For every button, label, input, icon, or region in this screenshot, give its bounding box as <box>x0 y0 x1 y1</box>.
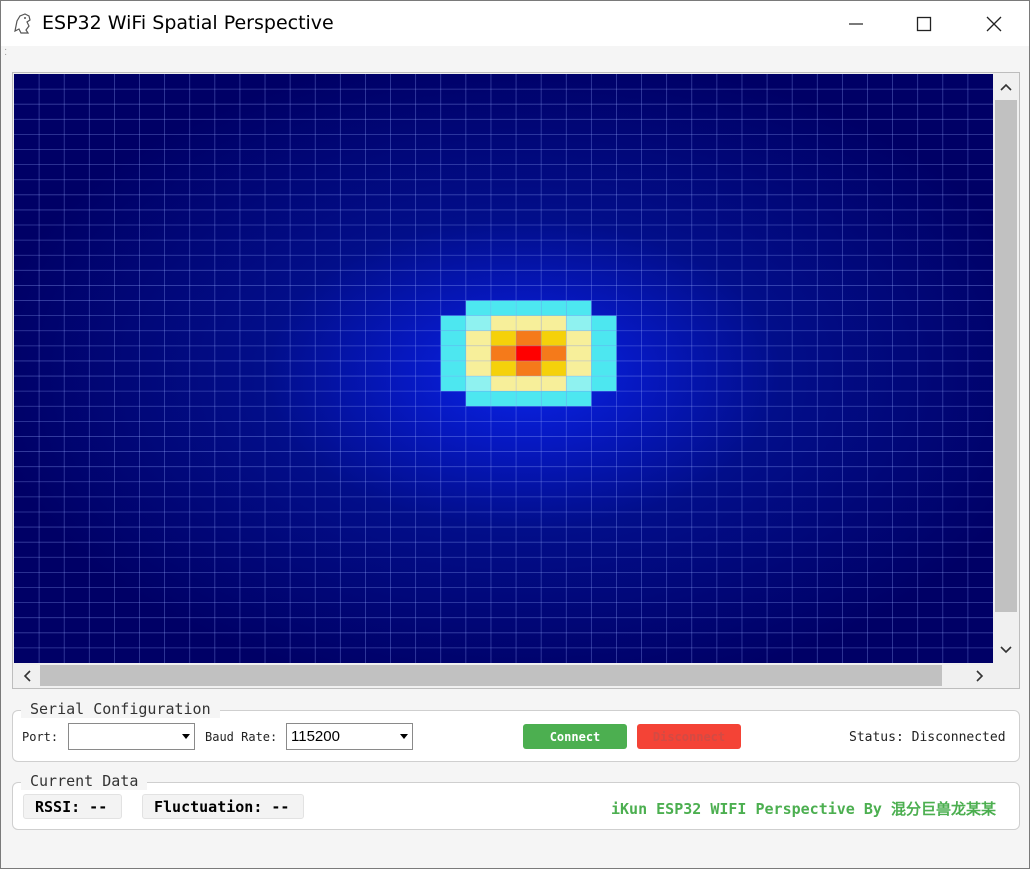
app-logo-icon <box>14 13 31 34</box>
horizontal-scrollbar[interactable] <box>14 663 993 688</box>
heatmap-cell <box>465 330 491 346</box>
baud-rate-select[interactable]: 115200 <box>286 723 413 750</box>
heatmap-cell <box>490 376 517 392</box>
heatmap-canvas[interactable] <box>14 74 993 663</box>
baud-dropdown-button[interactable] <box>396 725 411 748</box>
toolbar-grip: · · <box>4 44 8 60</box>
heatmap-cell <box>566 330 592 346</box>
heatmap-cell <box>591 330 617 346</box>
heatmap-cell <box>465 391 491 407</box>
chevron-right-icon <box>976 670 984 682</box>
heatmap-cell <box>591 360 617 377</box>
heatmap-cell <box>440 330 466 346</box>
heatmap-cell <box>490 315 517 331</box>
horizontal-scroll-thumb[interactable] <box>40 665 942 686</box>
connect-button[interactable]: Connect <box>523 724 627 749</box>
heatmap-view[interactable] <box>12 72 1020 689</box>
heatmap-cell <box>541 300 567 316</box>
vertical-scrollbar[interactable] <box>993 74 1019 663</box>
close-button[interactable] <box>959 1 1029 46</box>
port-dropdown-button[interactable] <box>178 725 193 748</box>
heatmap-cell <box>541 391 567 407</box>
credit-text: iKun ESP32 WIFI Perspective By 混分巨兽龙某某 <box>611 800 996 818</box>
scroll-right-button[interactable] <box>967 663 993 689</box>
disconnect-button[interactable]: Disconnect <box>637 724 741 749</box>
current-data-group: RSSI: -- Fluctuation: -- iKun ESP32 WIFI… <box>12 782 1020 830</box>
heatmap-cell <box>566 345 592 361</box>
close-icon <box>986 16 1002 31</box>
heatmap-cell <box>541 345 567 361</box>
heatmap-cell <box>465 376 491 392</box>
heatmap-cell <box>541 360 567 377</box>
minimize-icon <box>849 22 863 25</box>
maximize-button[interactable] <box>889 1 959 46</box>
heatmap-cell <box>490 391 517 407</box>
maximize-icon <box>916 16 932 31</box>
chevron-down-icon <box>1000 646 1012 654</box>
heatmap-cell <box>516 391 542 407</box>
baud-rate-value: 115200 <box>291 728 340 745</box>
heatmap-cell <box>490 360 517 377</box>
current-data-title: Current Data <box>21 772 148 790</box>
port-label: Port: <box>22 730 59 744</box>
heatmap-cell <box>566 360 592 377</box>
heatmap-cell <box>490 300 517 316</box>
port-select[interactable] <box>68 723 195 750</box>
scroll-left-button[interactable] <box>14 663 40 689</box>
heatmap-cell <box>465 300 491 316</box>
heatmap-graphic <box>14 74 993 663</box>
heatmap-cell <box>516 300 542 316</box>
heatmap-cell <box>591 315 617 331</box>
heatmap-cell <box>440 360 466 377</box>
heatmap-cell <box>591 345 617 361</box>
heatmap-cell <box>465 360 491 377</box>
heatmap-cell <box>541 330 567 346</box>
heatmap-cell <box>566 315 592 331</box>
heatmap-cell <box>516 345 542 361</box>
heatmap-cell <box>440 376 466 392</box>
chevron-up-icon <box>1000 83 1012 91</box>
heatmap-cell <box>516 330 542 346</box>
window-title: ESP32 WiFi Spatial Perspective <box>42 12 334 34</box>
scroll-up-button[interactable] <box>993 74 1019 100</box>
heatmap-cell <box>490 330 517 346</box>
title-bar[interactable]: ESP32 WiFi Spatial Perspective <box>1 1 1029 46</box>
connection-status: Status: Disconnected <box>849 730 1006 745</box>
heatmap-cell <box>440 345 466 361</box>
heatmap-cell <box>516 376 542 392</box>
heatmap-cell <box>516 360 542 377</box>
heatmap-cell <box>541 315 567 331</box>
app-window: ESP32 WiFi Spatial Perspective · · Port:… <box>0 0 1030 869</box>
heatmap-cell <box>591 376 617 392</box>
heatmap-cell <box>440 315 466 331</box>
heatmap-cell <box>516 315 542 331</box>
minimize-button[interactable] <box>821 1 891 46</box>
heatmap-cell <box>566 376 592 392</box>
vertical-scroll-thumb[interactable] <box>995 100 1017 612</box>
dropdown-arrow-icon <box>181 734 190 739</box>
chevron-left-icon <box>23 670 31 682</box>
heatmap-cell <box>541 376 567 392</box>
heatmap-cell <box>566 300 592 316</box>
heatmap-cell <box>465 345 491 361</box>
rssi-display: RSSI: -- <box>23 794 122 819</box>
dropdown-arrow-icon <box>399 734 408 739</box>
heatmap-cell <box>566 391 592 407</box>
heatmap-cell <box>490 345 517 361</box>
fluctuation-display: Fluctuation: -- <box>142 794 304 819</box>
heatmap-cell <box>465 315 491 331</box>
serial-config-title: Serial Configuration <box>21 700 220 718</box>
baud-rate-label: Baud Rate: <box>205 730 278 744</box>
scroll-down-button[interactable] <box>993 637 1019 663</box>
